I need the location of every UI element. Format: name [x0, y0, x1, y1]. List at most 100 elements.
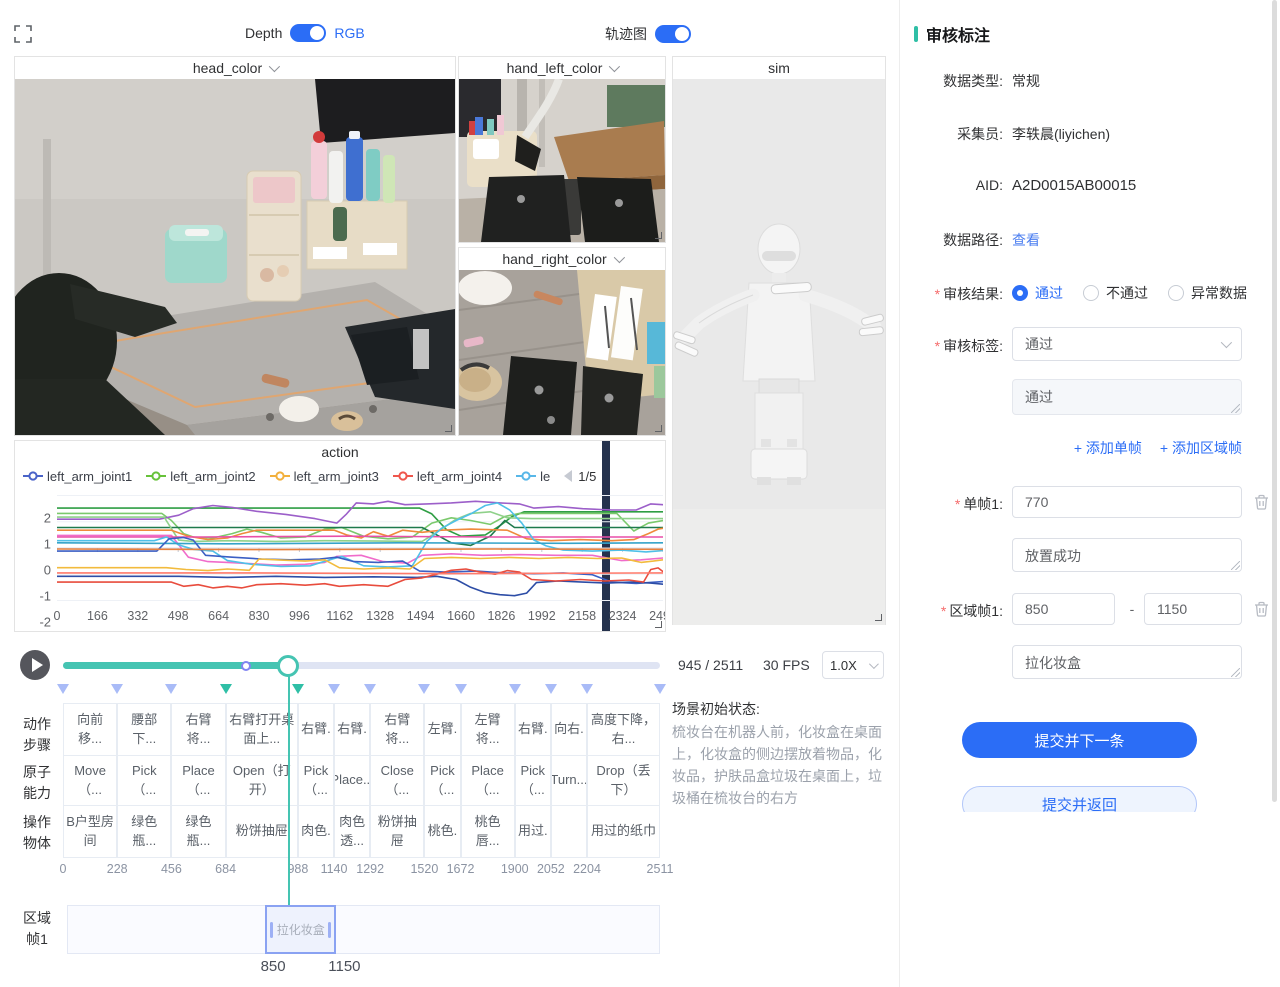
review-result-label: *审核结果: — [900, 284, 1003, 304]
playback-slider[interactable] — [63, 655, 660, 675]
region-frame-selection[interactable]: 拉化妆盒 — [265, 905, 336, 954]
single-frame-note[interactable]: 放置成功 — [1012, 538, 1242, 572]
fullscreen-icon[interactable] — [14, 25, 32, 43]
y-axis-tick-label: -2 — [39, 615, 51, 630]
keyframe-marker[interactable] — [57, 684, 69, 694]
add-single-frame-link[interactable]: + 添加单帧 — [1074, 438, 1142, 458]
x-axis-tick-label: 1992 — [528, 609, 556, 623]
data-path-view-link[interactable]: 查看 — [1012, 230, 1040, 250]
delete-single-frame-icon[interactable] — [1254, 494, 1270, 510]
frame-axis-label: 1900 — [501, 862, 529, 876]
submit-next-button[interactable]: 提交并下一条 — [962, 722, 1197, 758]
radio-fail[interactable]: 不通过 — [1083, 283, 1148, 303]
single-frame-input[interactable] — [1012, 486, 1242, 518]
region-right-handle[interactable] — [328, 922, 331, 938]
head-camera-select[interactable]: head_color — [15, 57, 455, 79]
x-axis-tick-label: 166 — [87, 609, 108, 623]
keyframe-marker[interactable] — [292, 684, 304, 694]
table-cell[interactable]: Move（... — [63, 755, 117, 806]
table-cell[interactable]: Place（... — [171, 755, 225, 806]
legend-item[interactable]: left_arm_joint4 — [393, 469, 502, 484]
pager-prev-icon[interactable] — [564, 470, 572, 482]
region-frame-track[interactable] — [67, 905, 660, 954]
table-cell[interactable]: Place（... — [461, 755, 515, 806]
table-cell[interactable]: 右臂. — [334, 703, 370, 756]
table-cell[interactable]: 腰部下... — [117, 703, 171, 756]
y-axis-labels: 210-1-2 — [29, 511, 55, 629]
table-cell[interactable]: 右臂. — [298, 703, 334, 756]
table-cell[interactable] — [551, 805, 587, 858]
table-cell[interactable]: Drop（丢下） — [587, 755, 660, 806]
radio-pass[interactable]: 通过 — [1012, 283, 1063, 303]
resize-grip-icon[interactable] — [1231, 668, 1240, 677]
playback-speed-select[interactable]: 1.0X — [822, 651, 884, 679]
table-cell[interactable]: Pick（... — [298, 755, 334, 806]
table-cell[interactable]: 左臂将... — [461, 703, 515, 756]
keyframe-marker[interactable] — [111, 684, 123, 694]
keyframe-marker[interactable] — [545, 684, 557, 694]
keyframe-marker[interactable] — [220, 684, 232, 694]
keyframe-marker[interactable] — [328, 684, 340, 694]
table-cell[interactable]: Close（... — [370, 755, 424, 806]
table-cell[interactable]: 肉色透... — [334, 805, 370, 858]
table-cell[interactable]: Pick（... — [424, 755, 460, 806]
table-cell[interactable]: B户型房间 — [63, 805, 117, 858]
keyframe-marker[interactable] — [581, 684, 593, 694]
table-cell[interactable]: Turn... — [551, 755, 587, 806]
legend-item[interactable]: le — [516, 469, 550, 484]
resize-corner-icon[interactable] — [655, 425, 662, 432]
radio-abnormal[interactable]: 异常数据 — [1168, 283, 1247, 303]
table-cell[interactable]: 右臂. — [515, 703, 551, 756]
resize-corner-icon[interactable] — [655, 232, 662, 239]
table-cell[interactable]: 右臂将... — [370, 703, 424, 756]
table-cell[interactable]: 用过. — [515, 805, 551, 858]
legend-item[interactable]: left_arm_joint2 — [146, 469, 255, 484]
table-cell[interactable]: 向前移... — [63, 703, 117, 756]
keyframe-marker[interactable] — [654, 684, 666, 694]
region-left-handle[interactable] — [270, 922, 273, 938]
resize-grip-icon[interactable] — [1231, 561, 1240, 570]
table-cell[interactable]: 右臂将... — [171, 703, 225, 756]
table-cell[interactable]: 绿色瓶... — [117, 805, 171, 858]
keyframe-marker[interactable] — [165, 684, 177, 694]
table-cell[interactable]: 桃色唇... — [461, 805, 515, 858]
keyframe-marker[interactable] — [455, 684, 467, 694]
resize-grip-icon[interactable] — [1231, 404, 1240, 413]
legend-item[interactable]: left_arm_joint3 — [270, 469, 379, 484]
table-cell[interactable]: 左臂. — [424, 703, 460, 756]
trajectory-toggle[interactable] — [655, 25, 691, 43]
table-cell[interactable]: 用过的纸巾 — [587, 805, 660, 858]
region-start-input[interactable] — [1012, 593, 1115, 625]
region-end-input[interactable] — [1144, 593, 1242, 625]
keyframe-marker[interactable] — [509, 684, 521, 694]
submit-return-button[interactable]: 提交并返回 — [962, 786, 1197, 812]
resize-corner-icon[interactable] — [445, 425, 452, 432]
keyframe-marker[interactable] — [418, 684, 430, 694]
hand-right-camera-select[interactable]: hand_right_color — [459, 248, 665, 270]
x-axis-tick-label: 996 — [289, 609, 310, 623]
scrollbar[interactable] — [1272, 0, 1277, 802]
resize-corner-icon[interactable] — [875, 614, 882, 621]
review-tag-note[interactable]: 通过 — [1012, 379, 1242, 415]
add-region-frame-link[interactable]: + 添加区域帧 — [1160, 438, 1242, 458]
table-cell[interactable]: 肉色. — [298, 805, 334, 858]
table-cell[interactable]: Pick（... — [515, 755, 551, 806]
range-separator: - — [1125, 601, 1139, 617]
region-frame-note[interactable]: 拉化妆盒 — [1012, 645, 1242, 679]
table-cell[interactable]: 向右. — [551, 703, 587, 756]
legend-item[interactable]: left_arm_joint1 — [23, 469, 132, 484]
play-button[interactable] — [20, 650, 50, 680]
table-cell[interactable]: Place... — [334, 755, 370, 806]
hand-left-camera-select[interactable]: hand_left_color — [459, 57, 665, 79]
delete-region-frame-icon[interactable] — [1254, 601, 1270, 617]
keyframe-marker[interactable] — [364, 684, 376, 694]
table-cell[interactable]: Pick（... — [117, 755, 171, 806]
table-cell[interactable]: 高度下降，右... — [587, 703, 660, 756]
table-cell[interactable]: 粉饼抽屉 — [370, 805, 424, 858]
table-cell[interactable]: 桃色. — [424, 805, 460, 858]
table-cell[interactable]: 绿色瓶... — [171, 805, 225, 858]
collector-value: 李轶晨(liyichen) — [1012, 124, 1110, 144]
review-tag-select[interactable]: 通过 — [1012, 327, 1242, 361]
depth-rgb-toggle[interactable] — [290, 24, 326, 42]
resize-corner-icon[interactable] — [655, 621, 662, 628]
